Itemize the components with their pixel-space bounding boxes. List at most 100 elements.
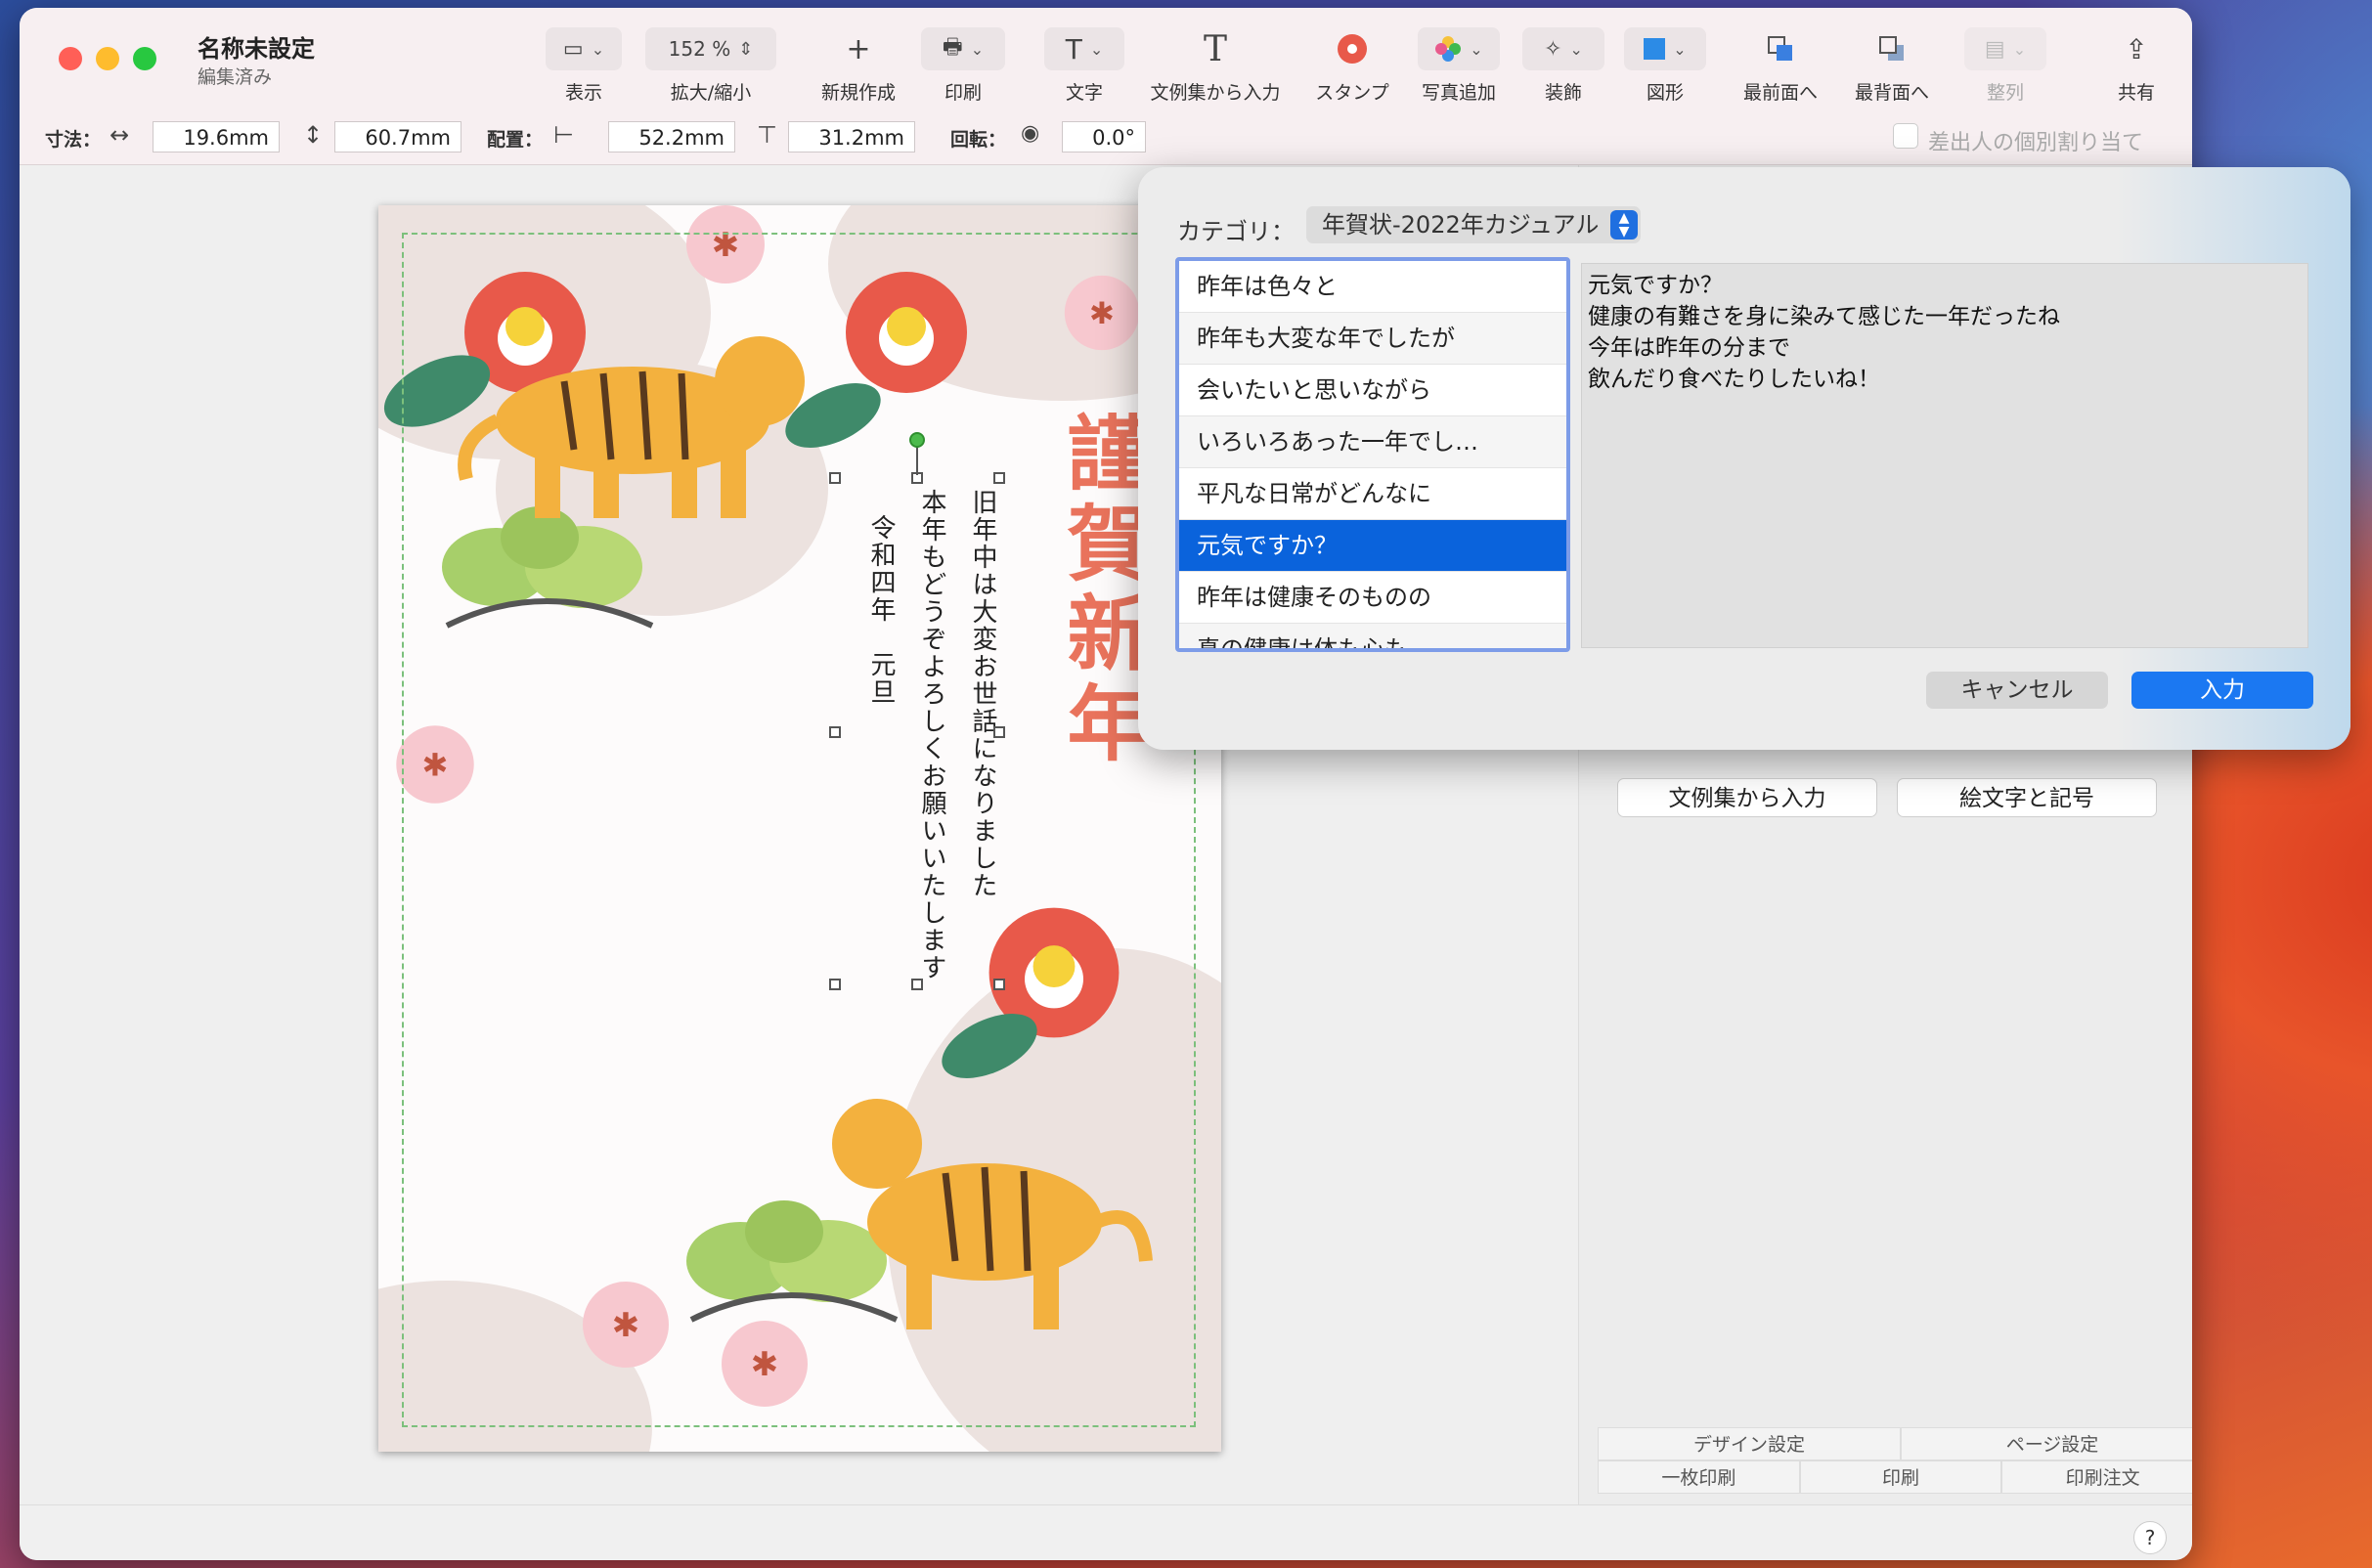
decor-tool[interactable]: ✧ ⌄ 装飾 — [1519, 27, 1607, 105]
x-position-field[interactable]: 52.2mm — [608, 121, 735, 152]
decor-label: 装飾 — [1544, 82, 1582, 104]
card-text-line-1[interactable]: 旧年中は大変お世話になりました — [965, 489, 1001, 899]
sidebar-icon: ▭ ⌄ — [546, 27, 622, 70]
view-tool[interactable]: ▭ ⌄ 表示 — [544, 27, 624, 105]
new-label: 新規作成 — [820, 82, 896, 104]
list-item[interactable]: 平凡な日常がどんなに — [1179, 468, 1566, 520]
x-position-icon: ⊢ — [553, 121, 574, 149]
rotation-field[interactable]: 0.0° — [1062, 121, 1146, 152]
stamp-label: スタンプ — [1315, 82, 1389, 104]
bring-front-tool[interactable]: 最前面へ — [1727, 27, 1834, 105]
print-tool[interactable]: 🖶 ⌄ 印刷 — [919, 27, 1007, 105]
photos-icon: ⌄ — [1418, 27, 1500, 70]
zoom-stepper[interactable]: 152 % ⇕ — [645, 27, 776, 70]
phrase-tool[interactable]: T 文例集から入力 — [1124, 27, 1306, 105]
share-tool[interactable]: ⇪ 共有 — [2102, 27, 2171, 105]
list-item[interactable]: いろいろあった一年でし… — [1179, 416, 1566, 468]
card-text-line-3[interactable]: 令和四年 元旦 — [863, 514, 900, 706]
shape-tool[interactable]: ⌄ 図形 — [1621, 27, 1709, 105]
minimize-window-button[interactable] — [96, 47, 119, 70]
height-icon: ↕ — [303, 121, 324, 149]
resize-handle[interactable] — [829, 472, 841, 484]
status-bar — [20, 1504, 2192, 1560]
design-settings-tab[interactable]: デザイン設定 — [1598, 1427, 1901, 1460]
list-item[interactable]: 会いたいと思いながら — [1179, 365, 1566, 416]
close-window-button[interactable] — [59, 47, 82, 70]
category-value: 年賀状-2022年カジュアル — [1322, 211, 1600, 239]
text-tool[interactable]: T ⌄ 文字 — [1040, 27, 1128, 105]
plus-icon: + — [846, 31, 871, 66]
toolbar: 名称未設定 編集済み ▭ ⌄ 表示 152 % ⇕ 拡大/縮小 + 新規作成 🖶 ⌄ … — [20, 8, 2192, 110]
page-settings-tab[interactable]: ページ設定 — [1901, 1427, 2192, 1460]
share-label: 共有 — [2117, 82, 2155, 104]
align-label: 整列 — [1986, 82, 2024, 104]
print-row: 一枚印刷 印刷 印刷注文 — [1598, 1460, 2192, 1494]
preview-line: 今年は昨年の分まで — [1588, 335, 1790, 361]
print-order-tab[interactable]: 印刷注文 — [2001, 1460, 2192, 1494]
send-back-label: 最背面へ — [1854, 82, 1929, 104]
zoom-label: 拡大/縮小 — [670, 82, 752, 104]
single-print-tab[interactable]: 一枚印刷 — [1598, 1460, 1800, 1494]
phrase-preview: 元気ですか？ 健康の有難さを身に染みて感じた一年だったね 今年は昨年の分まで 飲… — [1581, 263, 2308, 648]
rotation-dial-icon[interactable]: ◉ — [1021, 121, 1039, 146]
print-tab[interactable]: 印刷 — [1799, 1460, 2002, 1494]
stamp-tool[interactable]: スタンプ — [1306, 27, 1398, 105]
size-label: 寸法： — [45, 129, 102, 151]
sidebar-bottom-panel: デザイン設定 ページ設定 一枚印刷 印刷 印刷注文 — [1598, 1427, 2192, 1496]
y-position-field[interactable]: 31.2mm — [788, 121, 915, 152]
help-button[interactable]: ? — [2133, 1521, 2167, 1554]
resize-handle[interactable] — [993, 726, 1005, 738]
phrase-input-button[interactable]: 文例集から入力 — [1617, 778, 1877, 817]
resize-handle[interactable] — [993, 472, 1005, 484]
maximize-window-button[interactable] — [133, 47, 156, 70]
resize-handle[interactable] — [829, 979, 841, 990]
preview-line: 元気ですか？ — [1588, 273, 1723, 298]
preview-line: 健康の有難さを身に染みて感じた一年だったね — [1588, 304, 2060, 329]
shape-icon: ⌄ — [1624, 27, 1706, 70]
sender-checkbox[interactable] — [1893, 123, 1918, 149]
window-title: 名称未設定 — [198, 35, 315, 63]
list-item[interactable]: 昨年も大変な年でしたが — [1179, 313, 1566, 365]
width-field[interactable]: 19.6mm — [153, 121, 280, 152]
property-bar: 寸法： ↔ 19.6mm ↕ 60.7mm 配置： ⊢ 52.2mm ⊤ 31.… — [20, 109, 2192, 165]
window-subtitle: 編集済み — [198, 66, 273, 88]
send-back-tool[interactable]: 最背面へ — [1838, 27, 1946, 105]
insert-button[interactable]: 入力 — [2131, 672, 2313, 709]
bring-front-icon — [1727, 27, 1834, 70]
cancel-button[interactable]: キャンセル — [1926, 672, 2108, 709]
align-tool[interactable]: ▤ ⌄ 整列 — [1961, 27, 2049, 105]
resize-handle[interactable] — [829, 726, 841, 738]
card-text-line-2[interactable]: 本年もどうぞよろしくお願いいたします — [914, 489, 950, 981]
settings-row: デザイン設定 ページ設定 — [1598, 1427, 2192, 1460]
resize-handle[interactable] — [911, 979, 923, 990]
rotation-label: 回転： — [950, 129, 1007, 151]
photo-tool[interactable]: ⌄ 写真追加 — [1408, 27, 1510, 105]
list-item-selected[interactable]: 元気ですか？ — [1179, 520, 1566, 572]
category-select[interactable]: 年賀状-2022年カジュアル ▲ ▼ — [1306, 206, 1641, 243]
list-item[interactable]: 真の健康は体も心も — [1179, 624, 1566, 648]
phrase-list[interactable]: 昨年は色々と 昨年も大変な年でしたが 会いたいと思いながら いろいろあった一年で… — [1175, 257, 1570, 652]
printer-icon: 🖶 ⌄ — [921, 27, 1005, 70]
stamp-icon — [1306, 27, 1398, 70]
height-field[interactable]: 60.7mm — [334, 121, 461, 152]
new-year-card[interactable]: ✱ ✱ ✱ ✱ ✱ 謹賀新年 旧年中は大変お世話になりました 本年もどうぞよろし… — [378, 205, 1221, 1452]
photo-label: 写真追加 — [1421, 82, 1496, 104]
preview-line: 飲んだり食べたりしたいね！ — [1588, 367, 1880, 392]
magic-wand-icon: ✧ ⌄ — [1522, 27, 1604, 70]
view-label: 表示 — [564, 82, 602, 104]
share-icon: ⇪ — [2125, 32, 2148, 65]
new-tool[interactable]: + 新規作成 — [802, 27, 915, 105]
phrase-popover: カテゴリ： 年賀状-2022年カジュアル ▲ ▼ 昨年は色々と 昨年も大変な年でし… — [1138, 167, 2350, 750]
list-item[interactable]: 昨年は色々と — [1179, 261, 1566, 313]
zoom-tool[interactable]: 152 % ⇕ 拡大/縮小 — [642, 27, 779, 105]
shape-label: 図形 — [1646, 82, 1684, 104]
rotation-handle[interactable] — [909, 432, 925, 448]
resize-handle[interactable] — [993, 979, 1005, 990]
text-icon-glyph: T — [1065, 32, 1082, 65]
category-label: カテゴリ： — [1177, 218, 1295, 245]
width-icon: ↔ — [110, 121, 130, 149]
list-item[interactable]: 昨年は健康そのものの — [1179, 572, 1566, 624]
chevron-updown-icon: ▲ ▼ — [1610, 210, 1638, 240]
emoji-symbols-button[interactable]: 絵文字と記号 — [1897, 778, 2157, 817]
sender-checkbox-label: 差出人の個別割り当て — [1928, 131, 2144, 155]
